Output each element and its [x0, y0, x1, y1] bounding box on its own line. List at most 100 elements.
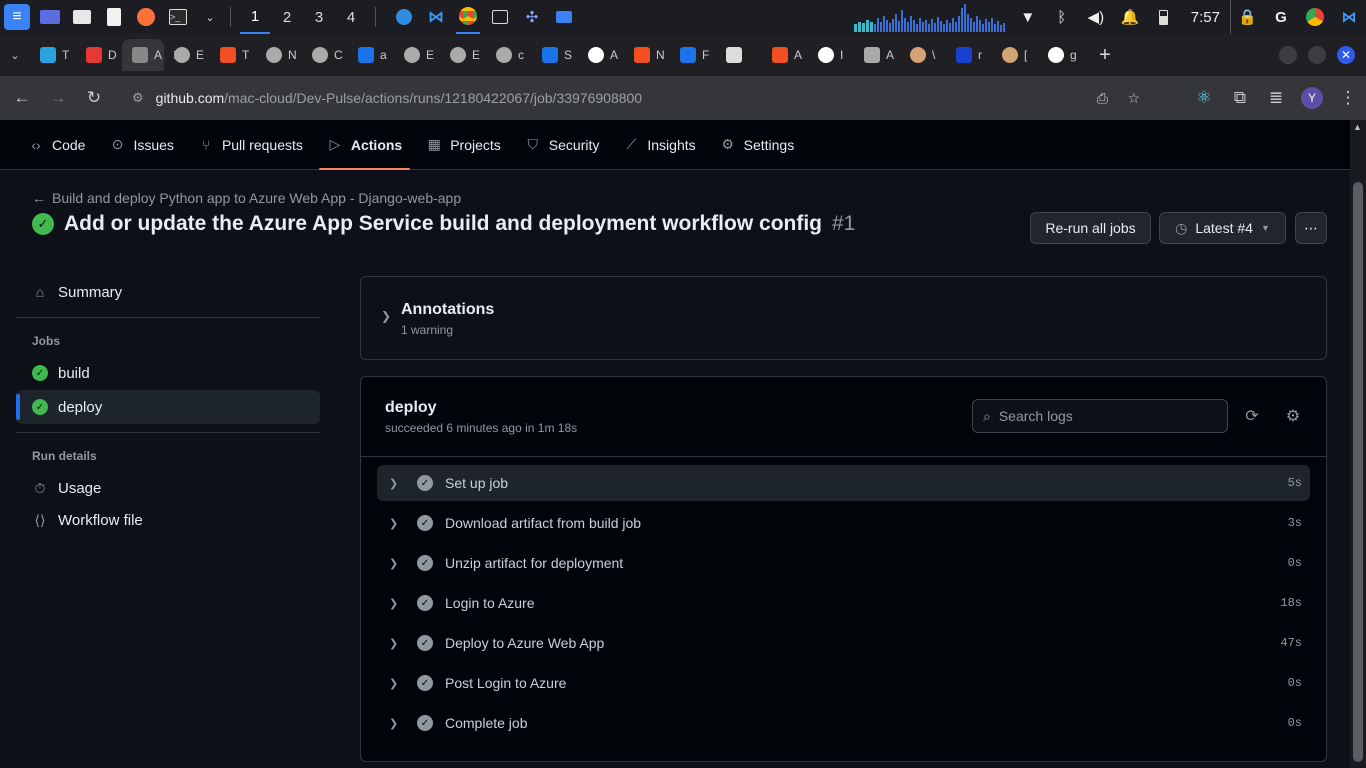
- sidebar-job-deploy[interactable]: ✓ deploy: [16, 390, 320, 424]
- browser-tab[interactable]: T: [210, 39, 256, 71]
- tab-search-chevron-icon[interactable]: ⌄: [0, 39, 30, 71]
- chevron-right-icon[interactable]: ❯: [389, 517, 405, 530]
- vscode-tray-icon[interactable]: ⋈: [1332, 0, 1366, 34]
- tab-security[interactable]: ⛉ Security: [513, 120, 612, 170]
- tab-actions[interactable]: ▷ Actions: [315, 120, 414, 170]
- browser-tab[interactable]: D: [76, 39, 122, 71]
- app-icon-blue[interactable]: [392, 6, 416, 28]
- browser-tab[interactable]: S: [532, 39, 578, 71]
- page-scrollbar[interactable]: ▲: [1350, 120, 1366, 768]
- browser-tab[interactable]: N: [256, 39, 302, 71]
- browser-tab[interactable]: N: [624, 39, 670, 71]
- address-bar[interactable]: ⚙ github.com/mac-cloud/Dev-Pulse/actions…: [118, 82, 1168, 114]
- rerun-all-jobs-button[interactable]: Re-run all jobs: [1030, 212, 1151, 244]
- job-step-row[interactable]: ❯ ✓ Deploy to Azure Web App 47s: [377, 625, 1310, 661]
- chrome-tray-icon[interactable]: [1298, 0, 1332, 34]
- browser-tab[interactable]: F: [670, 39, 716, 71]
- notification-bell-icon[interactable]: 🔔: [1113, 0, 1147, 34]
- wifi-icon[interactable]: ▼: [1011, 0, 1045, 34]
- profile-avatar[interactable]: Y: [1294, 80, 1330, 116]
- browser-tab[interactable]: [: [992, 39, 1038, 71]
- browser-tab[interactable]: C: [302, 39, 348, 71]
- browser-tab[interactable]: I: [808, 39, 854, 71]
- job-step-row[interactable]: ❯ ✓ Unzip artifact for deployment 0s: [377, 545, 1310, 581]
- sidebar-usage[interactable]: ⏱ Usage: [16, 471, 320, 505]
- new-tab-button[interactable]: +: [1090, 40, 1120, 70]
- chevron-right-icon[interactable]: ❯: [389, 677, 405, 690]
- annotations-panel[interactable]: ❯ Annotations 1 warning: [360, 276, 1327, 360]
- media-controls-icon[interactable]: ≣: [1258, 80, 1294, 116]
- workspace-4[interactable]: 4: [336, 0, 366, 34]
- sidebar-workflow-file[interactable]: ⟨⟩ Workflow file: [16, 503, 320, 537]
- browser-menu-icon[interactable]: ⋮: [1330, 80, 1366, 116]
- job-step-row[interactable]: ❯ ✓ Set up job 5s: [377, 465, 1310, 501]
- scroll-up-arrow-icon[interactable]: ▲: [1353, 122, 1362, 132]
- browser-tab[interactable]: c: [486, 39, 532, 71]
- volume-icon[interactable]: ◀): [1079, 0, 1113, 34]
- window-maximize-button[interactable]: [1308, 46, 1326, 64]
- chevron-down-icon[interactable]: ⌄: [198, 6, 222, 28]
- sidebar-job-build[interactable]: ✓ build: [16, 356, 320, 390]
- tab-pull-requests[interactable]: ⑂ Pull requests: [186, 120, 315, 170]
- browser-tab[interactable]: r: [946, 39, 992, 71]
- tab-code[interactable]: ‹› Code: [16, 120, 97, 170]
- network-app-icon[interactable]: ✣: [520, 6, 544, 28]
- workspace-2[interactable]: 2: [272, 0, 302, 34]
- firefox-icon[interactable]: [134, 6, 158, 28]
- search-logs-input[interactable]: [998, 408, 1199, 424]
- browser-tab[interactable]: T: [30, 39, 76, 71]
- react-devtools-icon[interactable]: ⚛: [1186, 80, 1222, 116]
- app-launcher-icon[interactable]: ≡: [4, 4, 30, 30]
- browser-tab[interactable]: E: [440, 39, 486, 71]
- chevron-right-icon[interactable]: ❯: [389, 557, 405, 570]
- terminal-window-icon[interactable]: [488, 6, 512, 28]
- window-close-button[interactable]: ✕: [1337, 46, 1355, 64]
- gear-icon[interactable]: ⚙: [1282, 405, 1304, 427]
- text-editor-icon[interactable]: [102, 6, 126, 28]
- job-step-row[interactable]: ❯ ✓ Complete job 0s: [377, 705, 1310, 741]
- scrollbar-thumb[interactable]: [1353, 182, 1363, 762]
- forward-arrow-icon[interactable]: →: [40, 80, 76, 116]
- browser-tab[interactable]: A: [578, 39, 624, 71]
- bluetooth-icon[interactable]: ᛒ: [1045, 0, 1079, 34]
- install-app-icon[interactable]: ⎙: [1097, 90, 1108, 107]
- chevron-right-icon[interactable]: ❯: [381, 309, 391, 323]
- tab-insights[interactable]: ⟋ Insights: [611, 120, 707, 170]
- job-step-row[interactable]: ❯ ✓ Login to Azure 18s: [377, 585, 1310, 621]
- browser-tab[interactable]: A: [854, 39, 900, 71]
- job-step-row[interactable]: ❯ ✓ Download artifact from build job 3s: [377, 505, 1310, 541]
- sidebar-summary[interactable]: ⌂ Summary: [16, 275, 320, 309]
- job-step-row[interactable]: ❯ ✓ Post Login to Azure 0s: [377, 665, 1310, 701]
- latest-attempt-dropdown[interactable]: ◷ Latest #4 ▼: [1159, 212, 1286, 244]
- browser-tab[interactable]: a: [348, 39, 394, 71]
- workspace-1[interactable]: 1: [240, 0, 270, 34]
- browser-tab[interactable]: A: [762, 39, 808, 71]
- chevron-right-icon[interactable]: ❯: [389, 637, 405, 650]
- refresh-icon[interactable]: ⟳: [1241, 405, 1263, 427]
- chevron-right-icon[interactable]: ❯: [389, 597, 405, 610]
- browser-tab[interactable]: E: [164, 39, 210, 71]
- site-info-icon[interactable]: ⚙: [132, 90, 144, 106]
- browser-tab[interactable]: E: [394, 39, 440, 71]
- chevron-right-icon[interactable]: ❯: [389, 477, 405, 490]
- browser-tab[interactable]: g: [1038, 39, 1084, 71]
- terminal-icon[interactable]: >_: [166, 6, 190, 28]
- file-manager-icon[interactable]: [70, 6, 94, 28]
- search-logs-field[interactable]: ⌕: [972, 399, 1228, 433]
- chrome-icon[interactable]: [456, 0, 480, 34]
- chevron-right-icon[interactable]: ❯: [389, 717, 405, 730]
- bookmark-star-icon[interactable]: ☆: [1127, 90, 1140, 107]
- google-g-icon[interactable]: G: [1264, 0, 1298, 34]
- workflow-back-link[interactable]: ← Build and deploy Python app to Azure W…: [32, 190, 461, 206]
- workspace-3[interactable]: 3: [304, 0, 334, 34]
- browser-tab[interactable]: \: [900, 39, 946, 71]
- tab-projects[interactable]: ▦ Projects: [414, 120, 513, 170]
- lock-icon[interactable]: 🔒: [1230, 0, 1264, 34]
- vscode-icon[interactable]: ⋈: [424, 6, 448, 28]
- window-minimize-button[interactable]: [1279, 46, 1297, 64]
- more-options-button[interactable]: ⋯: [1295, 212, 1327, 244]
- clock[interactable]: 7:57: [1181, 9, 1230, 26]
- extensions-puzzle-icon[interactable]: ⧉: [1222, 80, 1258, 116]
- tab-settings[interactable]: ⚙ Settings: [708, 120, 807, 170]
- back-arrow-icon[interactable]: ←: [4, 80, 40, 116]
